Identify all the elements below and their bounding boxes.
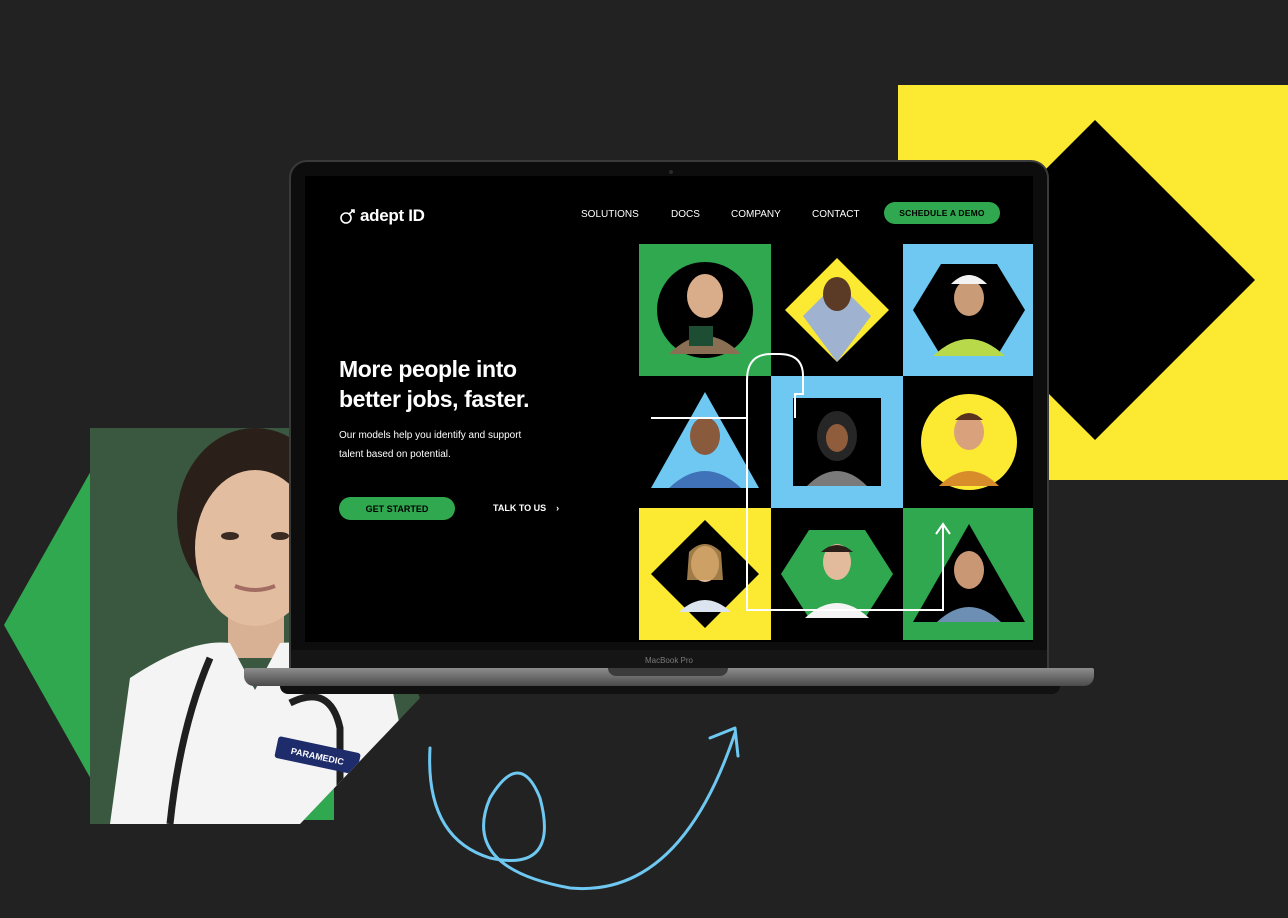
connector-lines-decoration xyxy=(651,353,951,611)
talk-to-us-link[interactable]: TALK TO US › xyxy=(493,503,559,513)
schedule-demo-button[interactable]: SCHEDULE A DEMO xyxy=(884,202,1000,224)
hero-subtitle: Our models help you identify and support… xyxy=(339,426,589,464)
logo-mark-icon xyxy=(340,209,355,224)
laptop-lid: adept ID SOLUTIONS DOCS COMPANY CONTACT … xyxy=(289,160,1049,670)
hero-subtitle-line-1: Our models help you identify and support xyxy=(339,430,522,441)
black-diamond-shape xyxy=(1015,120,1255,440)
adept-id-logo[interactable]: adept ID xyxy=(339,206,425,226)
camera-dot xyxy=(669,170,673,174)
laptop-screen: adept ID SOLUTIONS DOCS COMPANY CONTACT … xyxy=(305,176,1033,642)
portrait-grid xyxy=(639,244,1033,642)
arrow-scribble-decoration xyxy=(428,726,740,891)
laptop-base-shadow xyxy=(280,686,1060,694)
chevron-right-icon: › xyxy=(556,503,560,513)
hero-title: More people into better jobs, faster. xyxy=(339,354,609,414)
hero-title-line-2: better jobs, faster. xyxy=(339,386,530,412)
laptop-base xyxy=(244,668,1094,686)
nav-company[interactable]: COMPANY xyxy=(731,209,781,220)
logo-text: adept ID xyxy=(360,206,425,225)
laptop-base-notch xyxy=(608,668,728,676)
hero-title-line-1: More people into xyxy=(339,356,517,382)
hero-subtitle-line-2: talent based on potential. xyxy=(339,449,451,460)
nav-contact[interactable]: CONTACT xyxy=(812,209,860,220)
nav-solutions[interactable]: SOLUTIONS xyxy=(581,209,639,220)
macbook-model-label: MacBook Pro xyxy=(644,656,694,665)
get-started-button[interactable]: GET STARTED xyxy=(339,497,455,520)
talk-to-us-label: TALK TO US xyxy=(493,503,547,513)
nav-docs[interactable]: DOCS xyxy=(671,209,700,220)
